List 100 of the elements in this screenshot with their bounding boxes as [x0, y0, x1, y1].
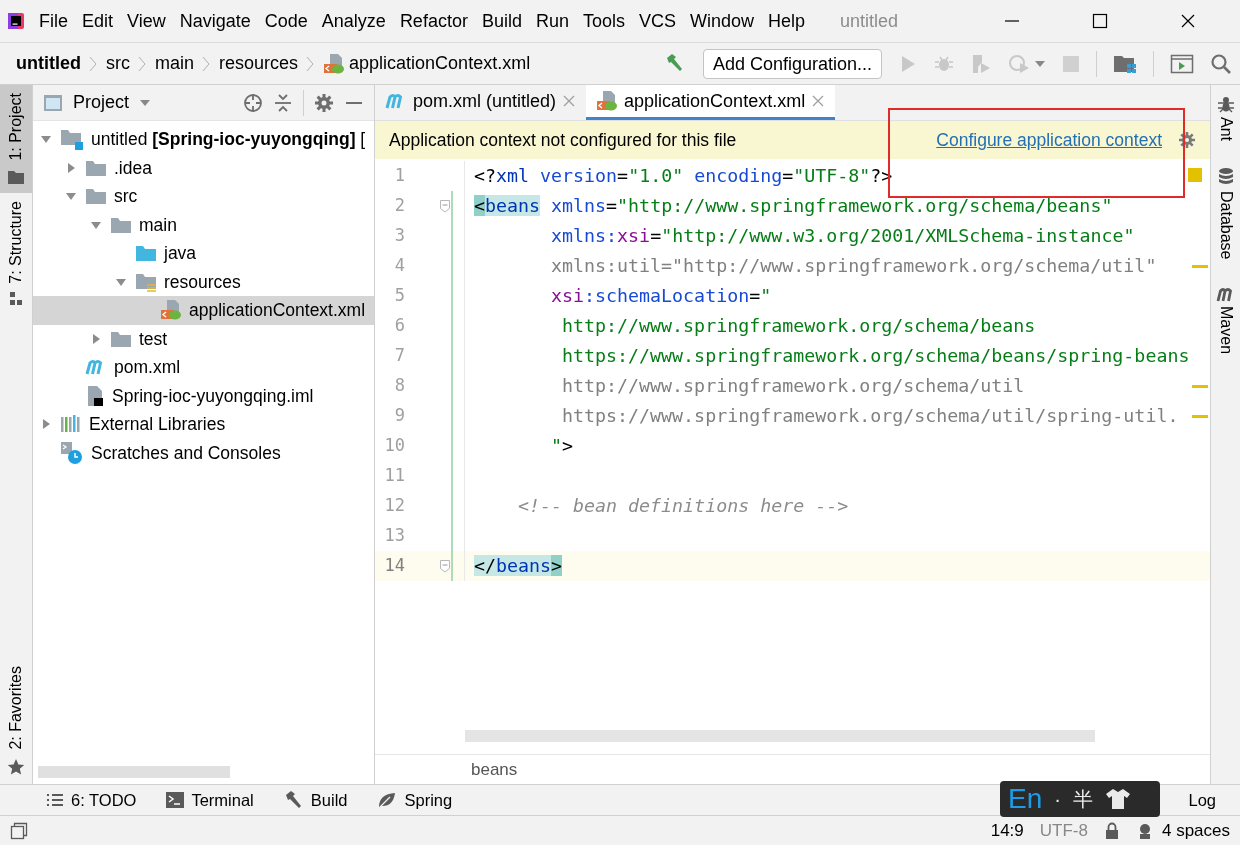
- ime-language[interactable]: En: [1008, 785, 1043, 813]
- menu-item[interactable]: VCS: [632, 7, 683, 35]
- warning-indicator-icon[interactable]: [1188, 167, 1202, 182]
- folder-icon: [135, 271, 157, 292]
- code-line: <!-- bean definitions here -->: [517, 494, 849, 519]
- breadcrumb[interactable]: beans: [471, 756, 518, 783]
- menu-item[interactable]: Build: [474, 7, 529, 35]
- fold-marker-icon[interactable]: [439, 559, 451, 573]
- maximize-icon[interactable]: [1092, 13, 1108, 29]
- caret-icon[interactable]: [1034, 59, 1046, 68]
- folder-icon: [110, 329, 132, 348]
- breadcrumb[interactable]: resources: [219, 50, 299, 77]
- tree-item[interactable]: Scratches and Consoles: [33, 438, 374, 467]
- file-icon: [85, 384, 105, 407]
- panel-toggle-icon[interactable]: [10, 821, 28, 840]
- tool-window-tab[interactable]: Terminal: [166, 787, 254, 813]
- xml-file-icon: [323, 52, 346, 75]
- line-number: 5: [393, 284, 405, 308]
- configure-link[interactable]: Configure application context: [936, 126, 1162, 154]
- tree-item[interactable]: untitled [Spring-ioc-yuyongqing] [: [33, 125, 374, 154]
- breadcrumb[interactable]: applicationContext.xml: [349, 50, 531, 77]
- tree-item[interactable]: java: [33, 239, 374, 268]
- tool-window-tab[interactable]: 7: Structure: [0, 192, 32, 316]
- horizontal-scrollbar[interactable]: [465, 730, 1095, 742]
- breadcrumb[interactable]: main: [155, 50, 194, 77]
- lock-icon[interactable]: [1103, 821, 1120, 840]
- code-line: ">: [550, 434, 574, 459]
- menu-item[interactable]: View: [120, 7, 173, 35]
- tool-window-tab[interactable]: Log: [1188, 787, 1216, 813]
- fold-marker-icon[interactable]: [439, 199, 451, 213]
- window-play-icon[interactable]: [1170, 52, 1194, 75]
- tool-window-tab[interactable]: Maven: [1213, 285, 1238, 354]
- code-line: </beans>: [473, 554, 563, 579]
- search-icon[interactable]: [1210, 52, 1232, 75]
- tool-window-tab[interactable]: Database: [1213, 167, 1238, 260]
- menu-item[interactable]: Code: [257, 7, 315, 35]
- tree-item[interactable]: src: [33, 182, 374, 211]
- tool-window-tab[interactable]: 1: Project: [0, 85, 32, 193]
- tree-item[interactable]: External Libraries: [33, 410, 374, 439]
- horizontal-scrollbar[interactable]: [38, 766, 230, 778]
- shirt-icon[interactable]: [1104, 787, 1131, 811]
- menu-item[interactable]: Refactor: [392, 7, 475, 35]
- breadcrumb[interactable]: src: [106, 50, 130, 77]
- code-line: https://www.springframework.org/schema/util/spring-util.: [561, 404, 1179, 429]
- list-icon: [46, 792, 64, 808]
- tool-window-tab[interactable]: 6: TODO: [46, 787, 137, 813]
- collapse-all-icon[interactable]: [273, 92, 293, 113]
- menu-item[interactable]: Help: [761, 7, 813, 35]
- star-icon: [7, 758, 25, 776]
- banner-message: Application context not configured for this file: [389, 128, 737, 152]
- code-line: xmlns:xsi="http://www.w3.org/2001/XMLSchema-instance": [550, 224, 1135, 249]
- tree-item[interactable]: applicationContext.xml: [33, 296, 374, 325]
- settings-icon[interactable]: [314, 92, 334, 113]
- indent-setting[interactable]: 4 spaces: [1161, 817, 1230, 844]
- warning-stripe-mark[interactable]: [1192, 414, 1208, 418]
- ime-width-mode[interactable]: 半: [1072, 784, 1093, 814]
- tree-item[interactable]: test: [33, 324, 374, 353]
- menu-item[interactable]: Navigate: [172, 7, 258, 35]
- editor-tab[interactable]: pom.xml (untitled): [375, 85, 587, 120]
- terminal-icon: [166, 792, 185, 808]
- folder-icon: [7, 168, 25, 185]
- menu-item[interactable]: File: [32, 7, 75, 35]
- panel-title[interactable]: Project: [73, 89, 130, 116]
- line-number: 4: [393, 254, 405, 278]
- settings-icon[interactable]: [1178, 131, 1196, 149]
- leaf-icon: [377, 791, 398, 809]
- run-configuration-button[interactable]: Add Configuration...: [702, 48, 882, 79]
- window-title: untitled: [840, 9, 899, 33]
- locate-icon[interactable]: [243, 92, 263, 113]
- window-icon: [43, 93, 63, 112]
- xml-file-icon: [596, 90, 619, 112]
- editor-tab[interactable]: applicationContext.xml: [586, 85, 836, 120]
- tree-item[interactable]: .idea: [33, 153, 374, 182]
- tool-window-tab[interactable]: Build: [283, 787, 348, 813]
- structure-icon: [8, 291, 24, 308]
- warning-stripe-mark[interactable]: [1192, 264, 1208, 268]
- tool-window-tab[interactable]: Ant: [1213, 95, 1238, 141]
- tree-item[interactable]: main: [33, 210, 374, 239]
- close-icon[interactable]: [1180, 13, 1196, 29]
- tree-item[interactable]: pom.xml: [33, 353, 374, 382]
- xml-file-icon: [160, 299, 182, 322]
- menu-item[interactable]: Tools: [575, 7, 632, 35]
- libraries-icon: [60, 414, 82, 435]
- menu-item[interactable]: Run: [528, 7, 576, 35]
- line-number: 3: [393, 224, 405, 248]
- tool-window-tab[interactable]: 2: Favorites: [0, 658, 32, 784]
- line-number: 11: [383, 464, 405, 488]
- tree-item[interactable]: resources: [33, 267, 374, 296]
- menu-item[interactable]: Analyze: [314, 7, 393, 35]
- menu-item[interactable]: Window: [683, 7, 762, 35]
- breadcrumb[interactable]: untitled: [16, 50, 81, 77]
- caret-icon[interactable]: [139, 98, 152, 107]
- tool-window-tab[interactable]: Spring: [377, 787, 453, 813]
- warning-stripe-mark[interactable]: [1192, 384, 1208, 388]
- menu-item[interactable]: Edit: [75, 7, 121, 35]
- tree-item[interactable]: Spring-ioc-yuyongqing.iml: [33, 381, 374, 410]
- ime-toolbar[interactable]: En · 半: [1000, 781, 1160, 817]
- line-number: 9: [393, 404, 405, 428]
- app-logo-icon: [8, 13, 24, 29]
- caret-position[interactable]: 14:9: [990, 817, 1024, 844]
